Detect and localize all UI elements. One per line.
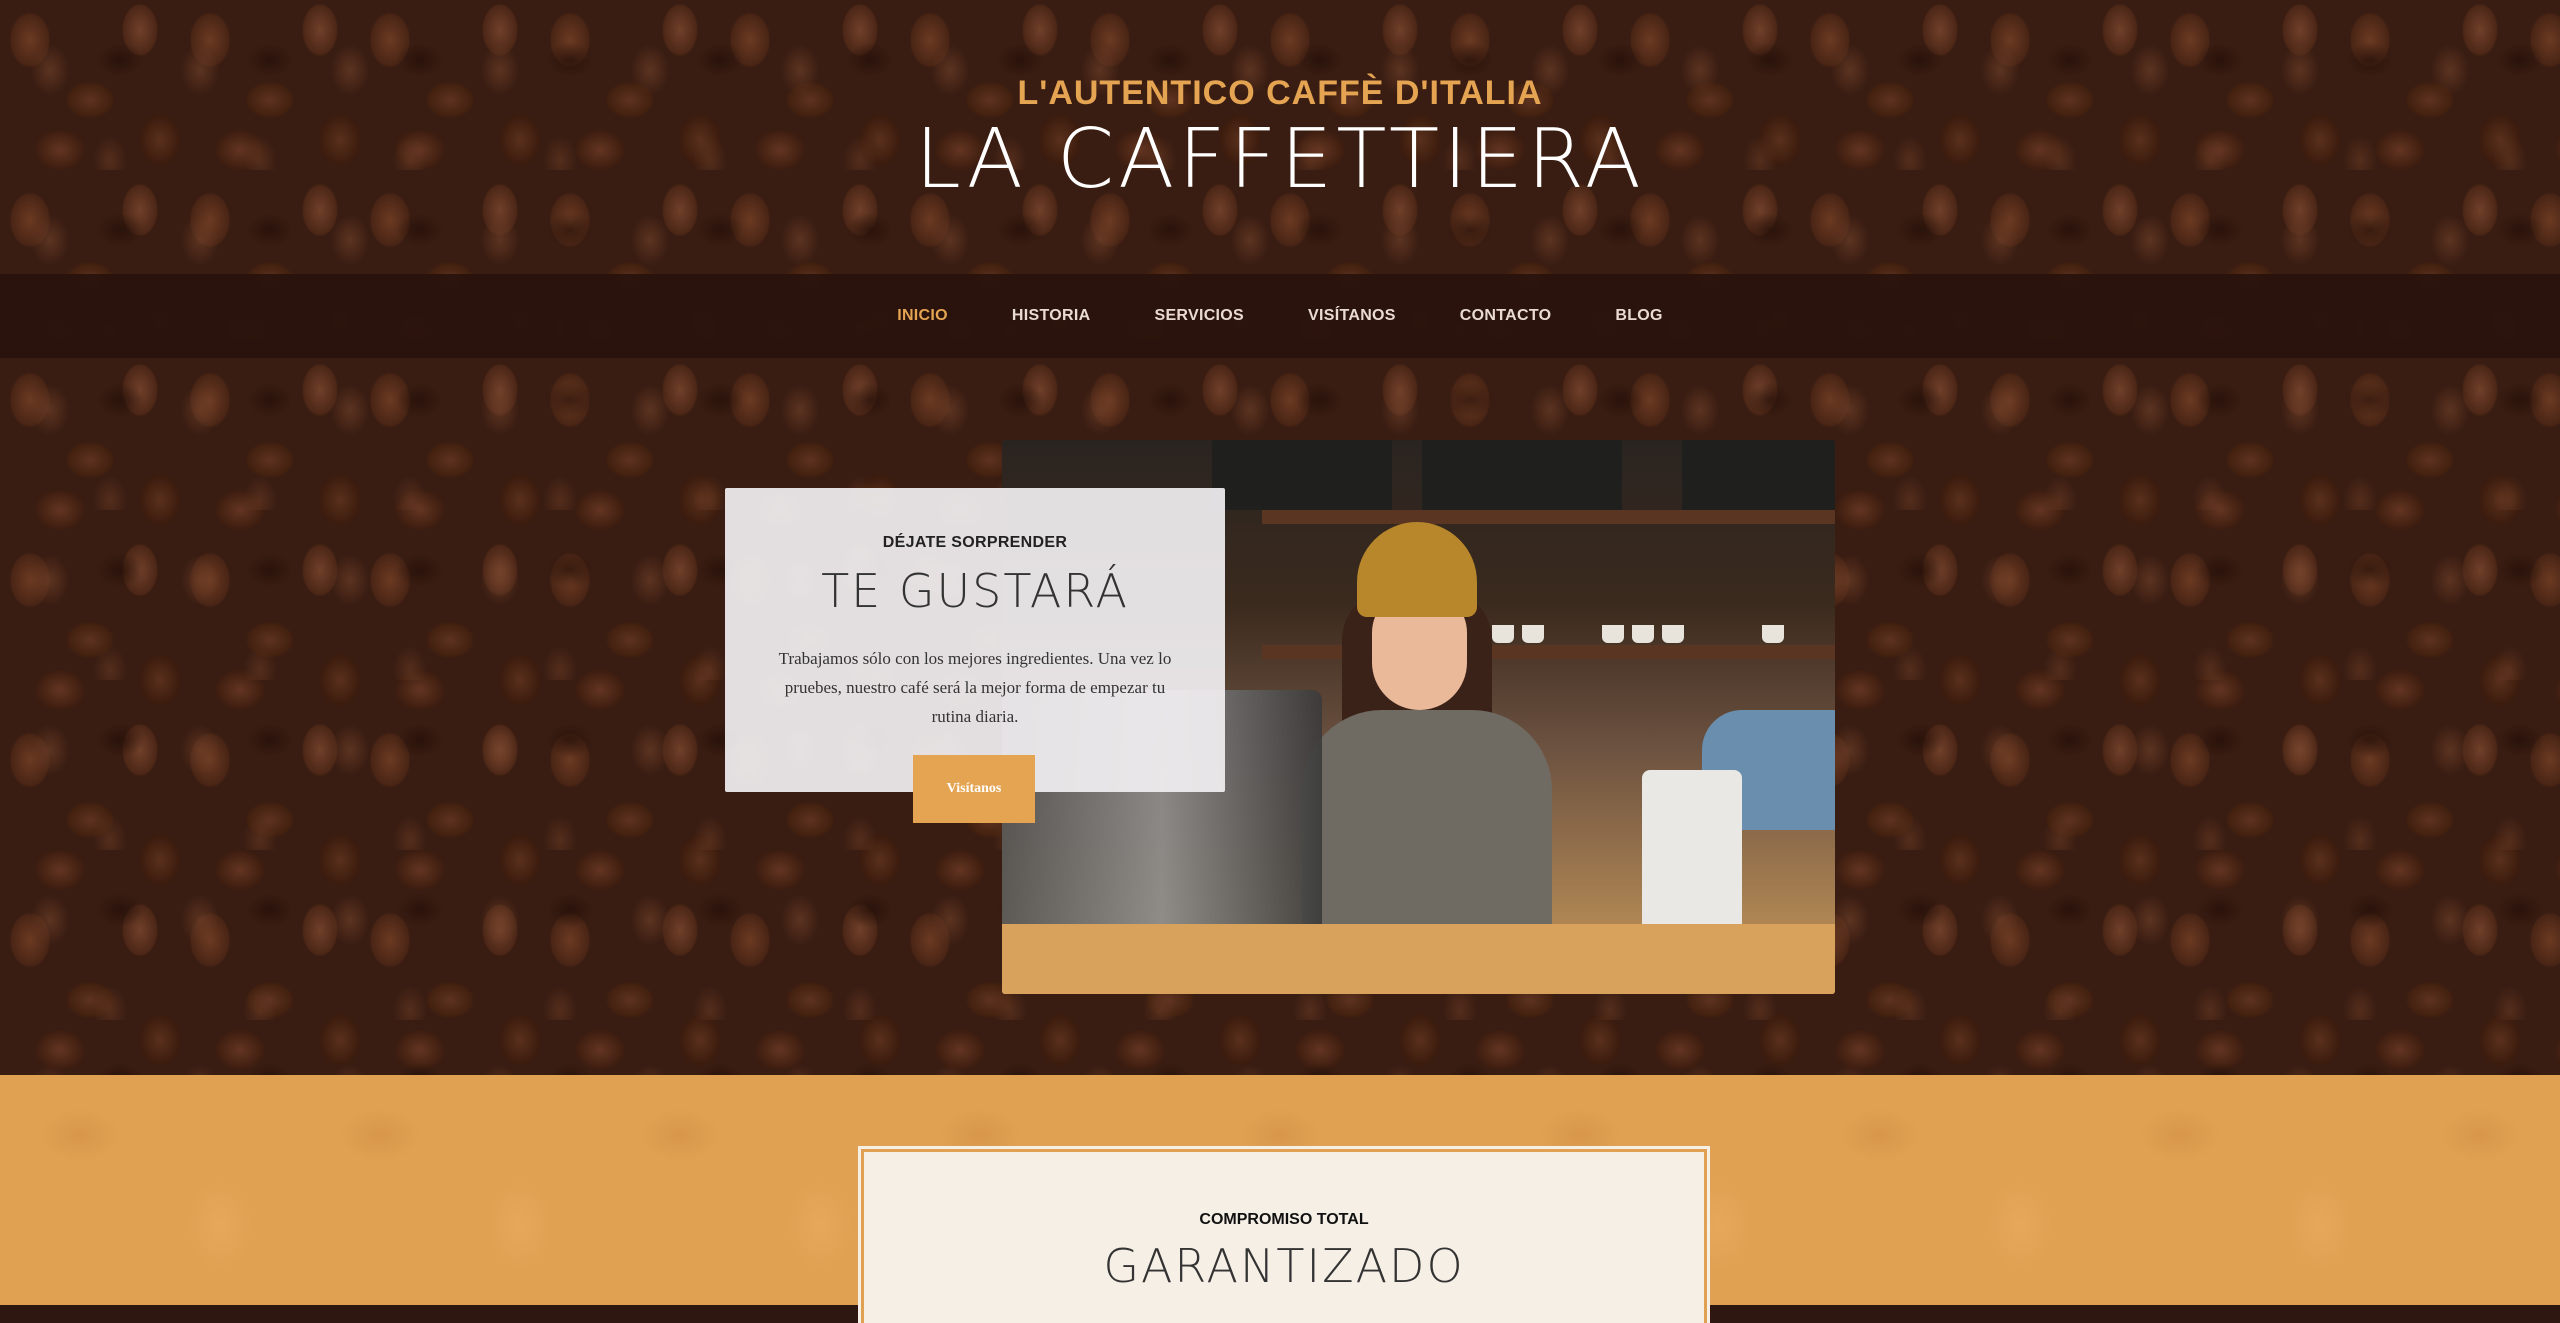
promise-eyebrow: COMPROMISO TOTAL <box>1199 1211 1369 1228</box>
nav-item-contacto[interactable]: CONTACTO <box>1460 307 1552 325</box>
hero-card: DÉJATE SORPRENDER TE GUSTARÁ Trabajamos … <box>725 488 1225 792</box>
main-nav: INICIO HISTORIA SERVICIOS VISÍTANOS CONT… <box>0 274 2560 358</box>
hero-description: Trabajamos sólo con los mejores ingredie… <box>778 649 1172 726</box>
promise-card: COMPROMISO TOTAL GARANTIZADO <box>864 1152 1704 1323</box>
visit-us-button[interactable]: Visítanos <box>913 755 1035 823</box>
hero-eyebrow: DÉJATE SORPRENDER <box>882 534 1068 551</box>
hero-title: TE GUSTARÁ <box>821 564 1129 618</box>
nav-item-blog[interactable]: BLOG <box>1615 307 1662 325</box>
promise-title: GARANTIZADO <box>1103 1239 1465 1293</box>
nav-item-visitanos[interactable]: VISÍTANOS <box>1308 307 1396 325</box>
site-tagline: L'AUTENTICO CAFFÈ D'ITALIA <box>1017 74 1543 112</box>
site-brand-title: LA CAFFETTIERA <box>915 112 1645 207</box>
nav-item-inicio[interactable]: INICIO <box>897 307 948 325</box>
site-header: L'AUTENTICO CAFFÈ D'ITALIA LA CAFFETTIER… <box>0 0 2560 274</box>
nav-item-historia[interactable]: HISTORIA <box>1012 307 1091 325</box>
nav-item-servicios[interactable]: SERVICIOS <box>1154 307 1244 325</box>
